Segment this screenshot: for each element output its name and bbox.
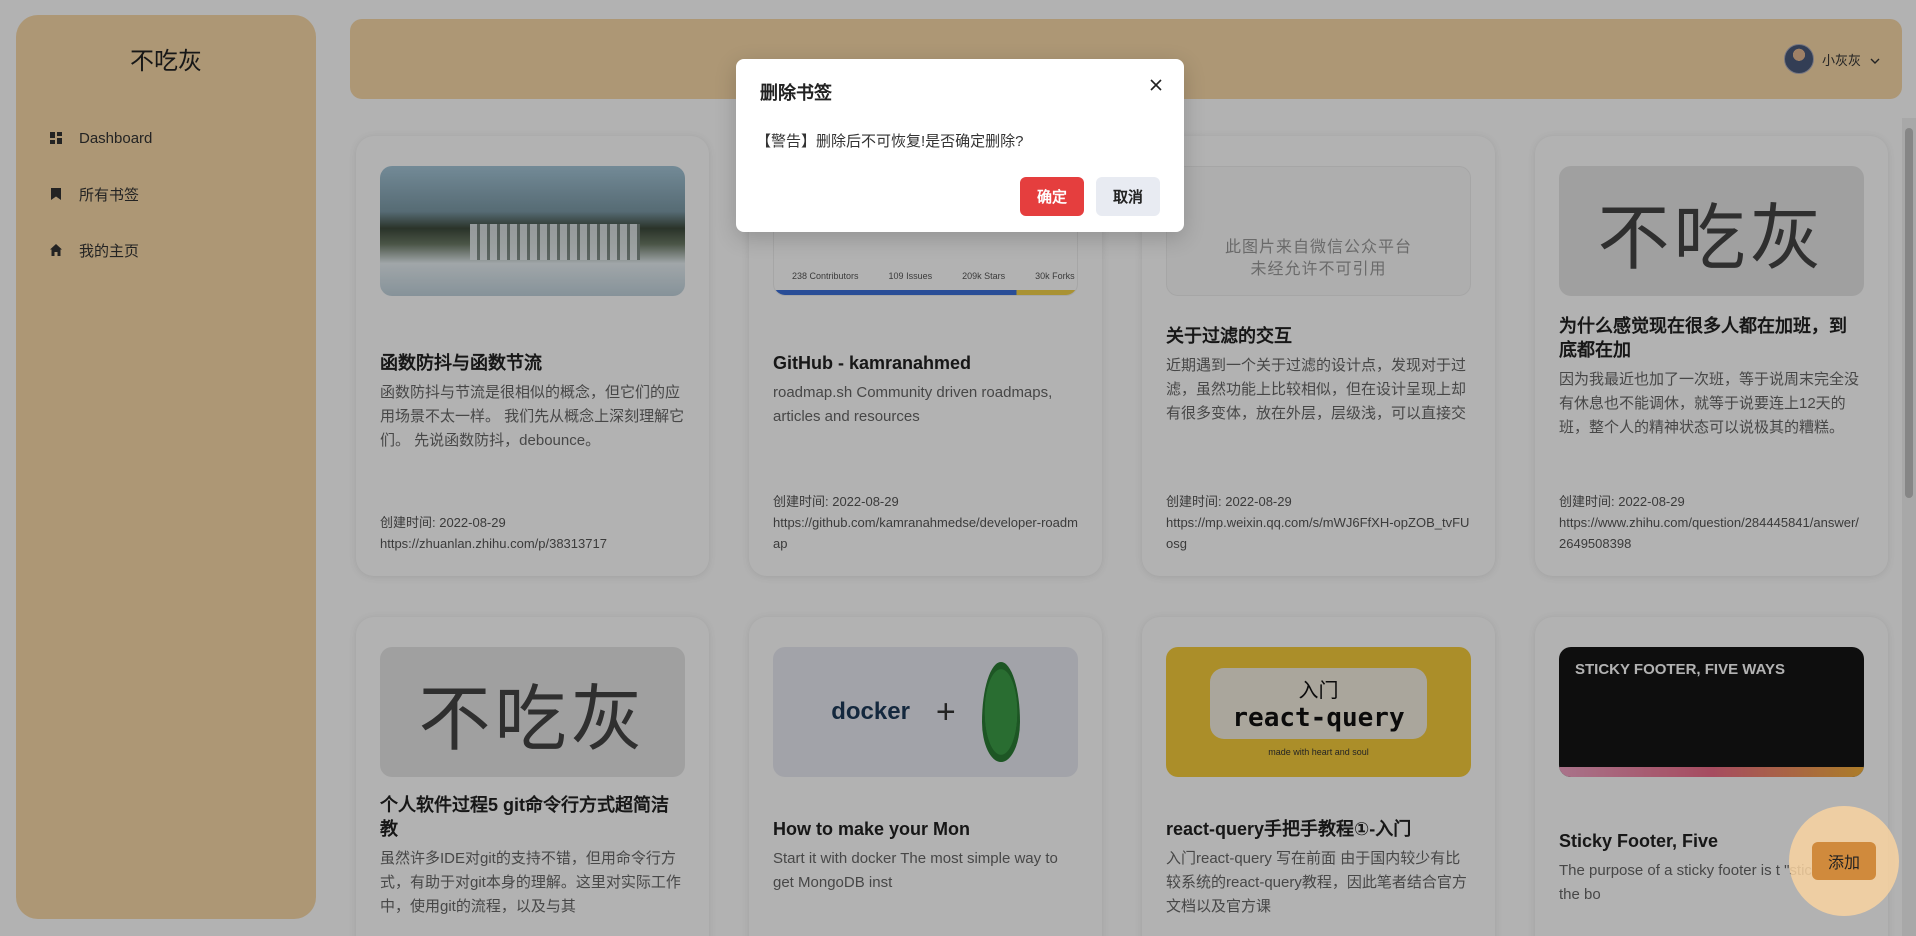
close-icon[interactable] bbox=[1146, 75, 1166, 95]
cancel-button[interactable]: 取消 bbox=[1096, 177, 1160, 216]
dialog-title: 删除书签 bbox=[760, 83, 832, 103]
dialog-message: 【警告】删除后不可恢复!是否确定删除? bbox=[756, 133, 1024, 150]
delete-bookmark-dialog: 删除书签 【警告】删除后不可恢复!是否确定删除? 确定 取消 bbox=[736, 59, 1184, 232]
app-root: 不吃灰 Dashboard 所有书签 我的主页 小灰灰 函数防抖与函数节流 函数… bbox=[0, 0, 1916, 936]
add-button-halo: 添加 bbox=[1789, 806, 1899, 916]
add-bookmark-button[interactable]: 添加 bbox=[1812, 842, 1876, 880]
confirm-button[interactable]: 确定 bbox=[1020, 177, 1084, 216]
